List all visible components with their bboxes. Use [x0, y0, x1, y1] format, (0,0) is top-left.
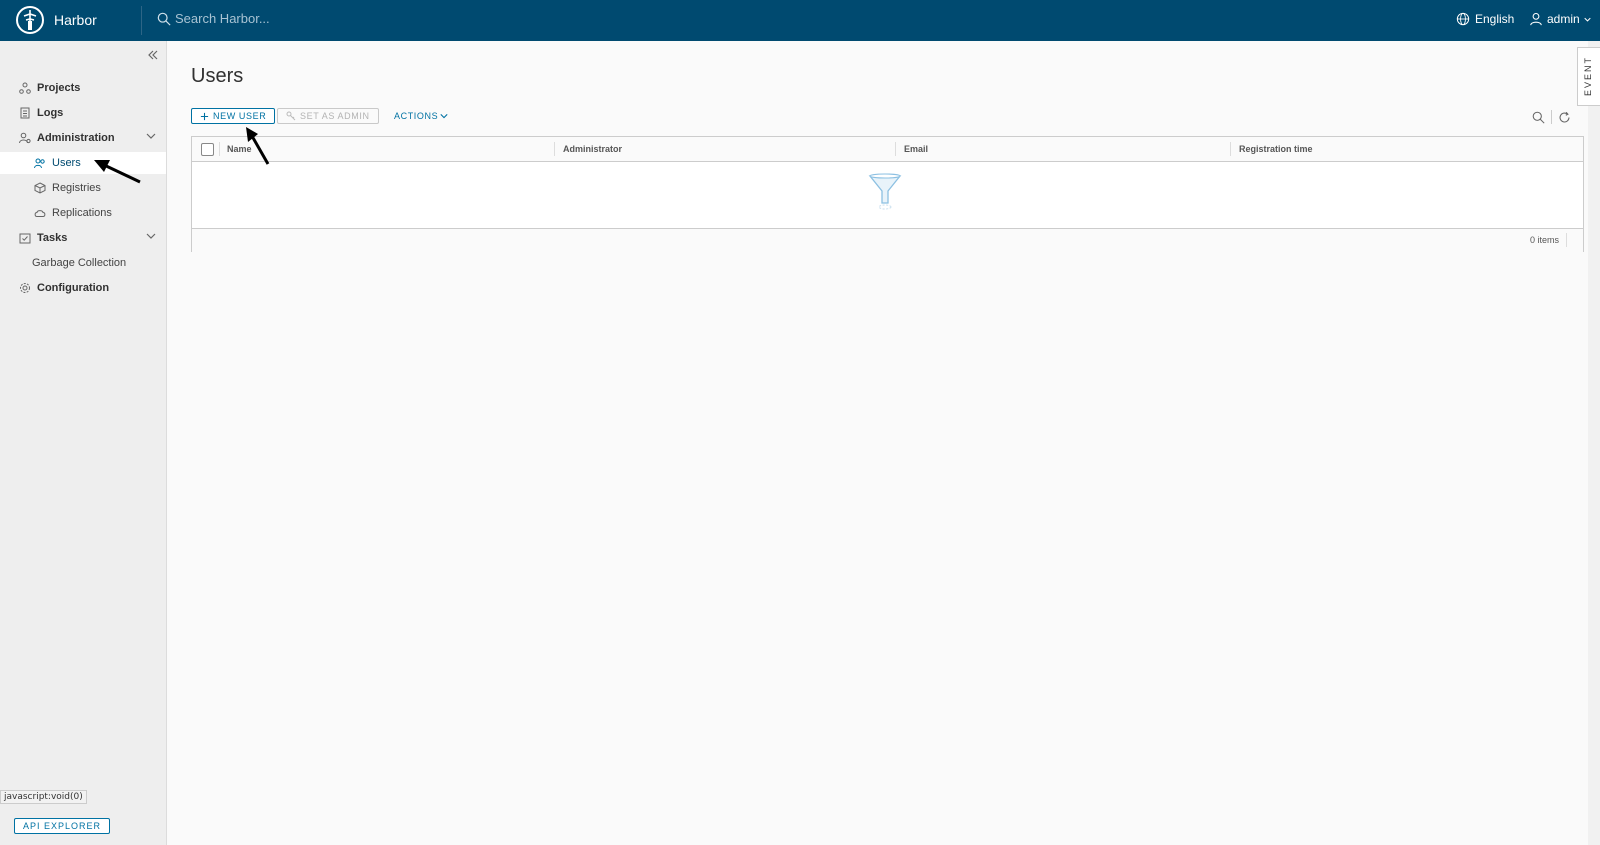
- sidebar-item-tasks[interactable]: Tasks: [0, 227, 166, 249]
- grid-tools: [1532, 110, 1571, 124]
- language-label: English: [1475, 12, 1515, 26]
- set-as-admin-label: SET AS ADMIN: [300, 111, 370, 121]
- actions-label: ACTIONS: [394, 111, 439, 121]
- empty-filter-icon: [868, 173, 902, 216]
- search-input[interactable]: [175, 11, 415, 26]
- user-icon: [1530, 12, 1542, 26]
- logs-icon: [18, 106, 32, 120]
- sidebar-item-label: Logs: [37, 107, 64, 119]
- sidebar-item-label: Tasks: [37, 232, 68, 244]
- table-header: Name Administrator Email Registration ti…: [192, 137, 1583, 162]
- sidebar-item-administration[interactable]: Administration: [0, 127, 166, 149]
- chevron-down-icon: [146, 133, 156, 139]
- annotation-arrow-icon: [94, 160, 141, 184]
- tool-divider: [1551, 110, 1552, 124]
- actions-dropdown[interactable]: ACTIONS: [386, 108, 456, 124]
- administration-icon: [18, 131, 32, 145]
- search-icon: [157, 12, 171, 26]
- sidebar-item-label: Garbage Collection: [32, 257, 127, 269]
- tasks-icon: [18, 231, 32, 245]
- column-header-email[interactable]: Email: [904, 144, 928, 154]
- api-explorer-button[interactable]: API EXPLORER: [14, 818, 111, 834]
- new-user-label: NEW USER: [213, 111, 267, 121]
- username-label: admin: [1547, 12, 1580, 26]
- page-title: Users: [191, 65, 244, 87]
- brand-name[interactable]: Harbor: [54, 12, 97, 28]
- annotation-arrow-icon: [246, 127, 270, 165]
- status-bar-url: javascript:void(0): [0, 790, 87, 804]
- sidebar-item-projects[interactable]: Projects: [0, 77, 166, 99]
- users-icon: [33, 156, 47, 170]
- column-divider: [895, 142, 896, 156]
- refresh-icon[interactable]: [1558, 111, 1571, 124]
- new-user-button[interactable]: NEW USER: [191, 108, 276, 124]
- event-tab[interactable]: EVENT: [1577, 47, 1600, 106]
- sidebar-item-configuration[interactable]: Configuration: [0, 277, 166, 299]
- sidebar-item-logs[interactable]: Logs: [0, 102, 166, 124]
- item-count: 0 items: [1529, 235, 1559, 245]
- registries-icon: [33, 181, 47, 195]
- collapse-sidebar-icon[interactable]: [148, 47, 158, 63]
- select-all-checkbox[interactable]: [201, 143, 214, 156]
- configuration-icon: [18, 281, 32, 295]
- key-icon: [286, 111, 296, 121]
- sidebar-item-label: Configuration: [37, 282, 110, 294]
- plus-icon: [200, 112, 209, 120]
- footer-divider: [1566, 233, 1567, 247]
- harbor-logo-icon[interactable]: [16, 6, 44, 34]
- header-divider: [141, 6, 142, 35]
- column-header-administrator[interactable]: Administrator: [563, 144, 622, 154]
- vertical-scrollbar[interactable]: [1588, 41, 1600, 845]
- language-selector[interactable]: English: [1456, 12, 1514, 26]
- sidebar-item-label: Replications: [52, 207, 112, 219]
- column-header-registration-time[interactable]: Registration time: [1239, 144, 1313, 154]
- column-divider: [1230, 142, 1231, 156]
- sidebar-item-replications[interactable]: Replications: [0, 202, 166, 224]
- sidebar-item-label: Administration: [37, 132, 115, 144]
- sidebar-item-label: Users: [52, 157, 81, 169]
- column-divider: [219, 142, 220, 156]
- user-menu[interactable]: admin: [1529, 12, 1591, 26]
- sidebar-item-label: Projects: [37, 82, 81, 94]
- search-icon[interactable]: [1532, 111, 1545, 124]
- projects-icon: [18, 81, 32, 95]
- chevron-down-icon: [440, 114, 448, 119]
- column-divider: [554, 142, 555, 156]
- table-footer: 0 items: [192, 228, 1583, 252]
- globe-icon: [1456, 12, 1470, 26]
- event-tab-label: EVENT: [1583, 55, 1593, 96]
- sidebar-item-garbage-collection[interactable]: Garbage Collection: [0, 252, 166, 274]
- replications-icon: [33, 206, 47, 220]
- chevron-down-icon: [1584, 17, 1591, 22]
- global-search: [157, 11, 415, 26]
- set-as-admin-button[interactable]: SET AS ADMIN: [277, 108, 379, 124]
- top-header: Harbor English admin: [0, 0, 1600, 41]
- chevron-down-icon: [146, 233, 156, 239]
- users-table: Name Administrator Email Registration ti…: [191, 136, 1584, 252]
